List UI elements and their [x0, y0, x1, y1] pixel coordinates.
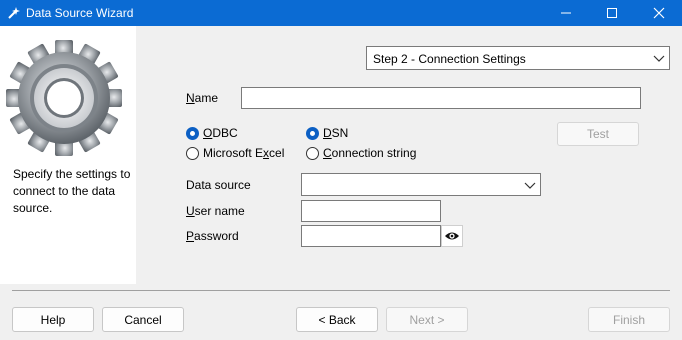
chevron-down-icon	[653, 55, 665, 62]
user-name-input[interactable]	[301, 200, 441, 222]
back-button[interactable]: < Back	[296, 307, 378, 332]
name-label: Name	[186, 91, 219, 105]
odbc-radio-indicator	[186, 126, 199, 140]
show-password-button[interactable]	[441, 225, 463, 247]
password-label: Password	[186, 229, 239, 243]
minimize-icon	[561, 12, 571, 14]
next-button[interactable]: Next >	[386, 307, 468, 332]
gear-icon	[6, 40, 122, 156]
connection-string-radio[interactable]: Connection string	[306, 146, 416, 160]
minimize-button[interactable]	[543, 0, 589, 26]
password-input[interactable]	[301, 225, 441, 247]
wizard-side-panel: Specify the settings to connect to the d…	[0, 26, 136, 284]
step-dropdown[interactable]: Step 2 - Connection Settings	[366, 46, 670, 70]
step-description: Specify the settings to connect to the d…	[13, 167, 131, 215]
title-bar: Data Source Wizard	[0, 0, 682, 26]
help-button[interactable]: Help	[12, 307, 94, 332]
odbc-radio[interactable]: ODBC	[186, 126, 238, 140]
excel-radio-indicator	[186, 146, 199, 160]
wizard-wand-icon	[8, 7, 20, 19]
data-source-combo[interactable]	[301, 173, 541, 196]
close-icon	[653, 7, 665, 19]
chevron-down-icon	[524, 182, 536, 189]
maximize-icon	[607, 8, 617, 18]
dsn-radio-indicator	[306, 126, 319, 140]
name-input[interactable]	[241, 87, 641, 109]
dsn-radio[interactable]: DSN	[306, 126, 348, 140]
test-button[interactable]: Test	[557, 122, 639, 146]
step-dropdown-value: Step 2 - Connection Settings	[373, 52, 526, 66]
cancel-button[interactable]: Cancel	[102, 307, 184, 332]
close-button[interactable]	[636, 0, 682, 26]
excel-radio[interactable]: Microsoft Excel	[186, 146, 284, 160]
maximize-button[interactable]	[589, 0, 635, 26]
footer-divider	[12, 290, 670, 291]
connection-string-radio-indicator	[306, 146, 319, 160]
user-name-label: User name	[186, 204, 245, 218]
eye-icon	[445, 232, 459, 240]
data-source-label: Data source	[186, 178, 251, 192]
window-title: Data Source Wizard	[26, 6, 134, 20]
finish-button[interactable]: Finish	[588, 307, 670, 332]
